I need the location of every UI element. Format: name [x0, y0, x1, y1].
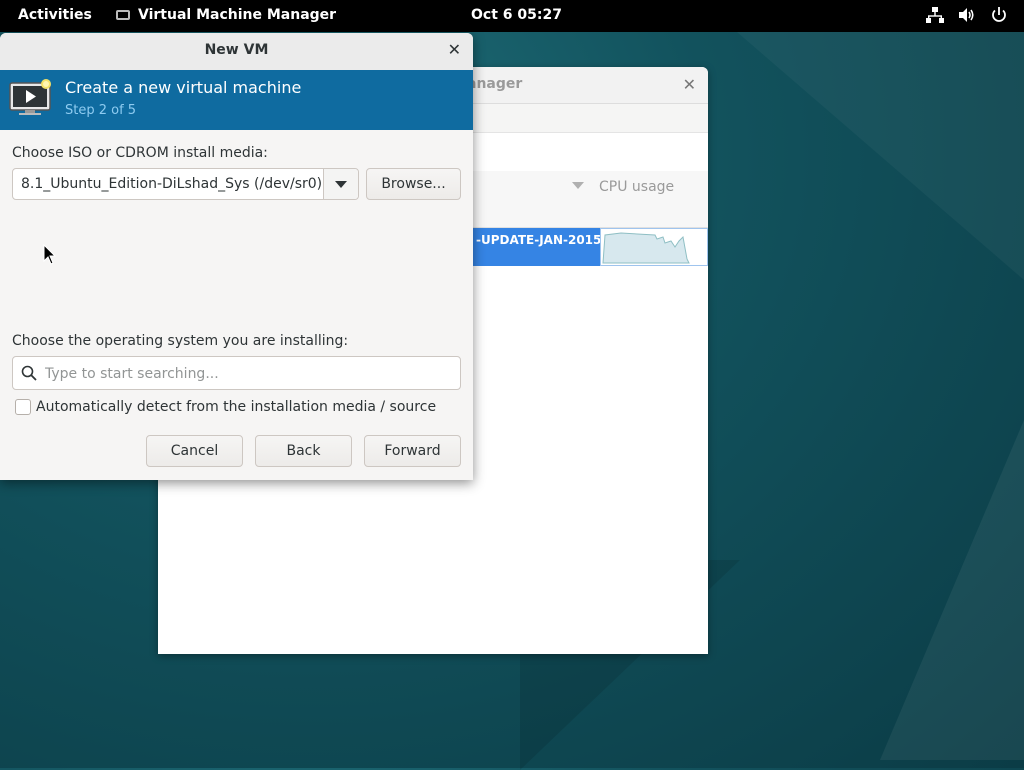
vm-name: -UPDATE-JAN-2015 — [476, 233, 602, 247]
vmm-title: anager — [467, 76, 523, 92]
dropdown-button[interactable] — [323, 169, 358, 199]
wallpaper-facet — [700, 0, 1024, 280]
back-button[interactable]: Back — [255, 435, 352, 467]
app-menu-label: Virtual Machine Manager — [138, 7, 337, 23]
os-search-field[interactable] — [12, 356, 461, 390]
cancel-button[interactable]: Cancel — [146, 435, 243, 467]
media-label: Choose ISO or CDROM install media: — [12, 145, 268, 161]
forward-button[interactable]: Forward — [364, 435, 461, 467]
wallpaper-facet — [880, 420, 1024, 760]
virtual-machine-icon — [9, 79, 51, 115]
power-icon — [992, 7, 1006, 22]
install-media-value[interactable]: 8.1_Ubuntu_Edition-DiLshad_Sys (/dev/sr0… — [21, 176, 322, 192]
system-tray[interactable] — [926, 6, 1008, 24]
network-icon — [926, 7, 944, 23]
os-search-input[interactable] — [43, 363, 447, 385]
os-label: Choose the operating system you are inst… — [12, 333, 349, 349]
search-icon — [21, 365, 37, 381]
dialog-title: New VM — [204, 42, 269, 58]
close-icon[interactable]: ✕ — [448, 40, 461, 59]
autodetect-checkbox[interactable] — [15, 399, 31, 415]
cpu-sparkline — [602, 232, 690, 264]
autodetect-label[interactable]: Automatically detect from the installati… — [36, 399, 436, 415]
clock[interactable]: Oct 6 05:27 — [471, 7, 562, 23]
wizard-banner: Create a new virtual machine Step 2 of 5 — [0, 70, 473, 130]
cpu-usage-graph — [600, 228, 708, 266]
virt-manager-icon — [116, 10, 130, 20]
dialog-header: New VM ✕ — [0, 33, 473, 71]
app-menu[interactable]: Virtual Machine Manager — [116, 7, 336, 23]
mouse-pointer-icon — [43, 244, 57, 265]
wizard-step: Step 2 of 5 — [65, 103, 137, 118]
browse-button[interactable]: Browse... — [366, 168, 461, 200]
wizard-title: Create a new virtual machine — [65, 78, 302, 97]
top-bar: Activities Virtual Machine Manager Oct 6… — [0, 0, 1024, 32]
install-media-combo[interactable]: 8.1_Ubuntu_Edition-DiLshad_Sys (/dev/sr0… — [12, 168, 359, 200]
chevron-down-icon — [335, 181, 347, 188]
chevron-down-icon[interactable] — [572, 182, 584, 189]
close-icon[interactable]: ✕ — [683, 75, 696, 94]
new-vm-dialog: New VM ✕ Create a new virtual machine St… — [0, 33, 473, 480]
volume-icon — [959, 8, 974, 22]
activities-button[interactable]: Activities — [18, 7, 92, 23]
column-cpu-usage[interactable]: CPU usage — [599, 179, 674, 195]
